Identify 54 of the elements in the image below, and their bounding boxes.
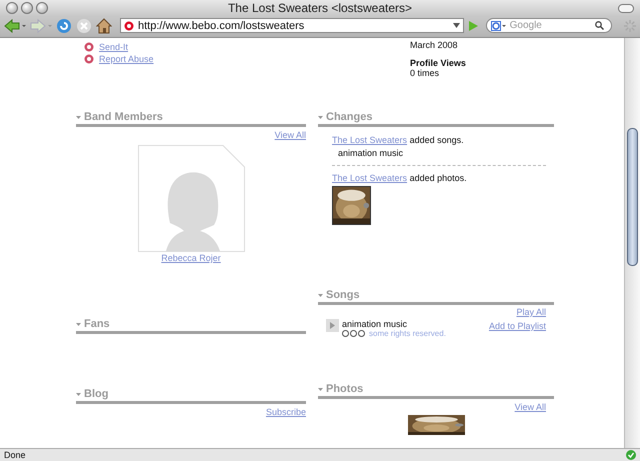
collapse-caret-icon[interactable]	[318, 294, 323, 296]
collapse-caret-icon[interactable]	[76, 322, 81, 326]
license-text: some rights reserved.	[369, 329, 446, 338]
section-title: Blog	[84, 388, 108, 400]
dropdown-caret-icon[interactable]	[452, 23, 460, 28]
play-icon[interactable]	[330, 322, 335, 329]
member-name-link[interactable]: Rebecca Rojer	[161, 253, 221, 263]
minimize-button[interactable]	[21, 2, 33, 14]
change-detail: animation music	[337, 148, 404, 158]
change-text: The Lost Sweaters added photos.	[332, 173, 468, 183]
collapse-caret-icon[interactable]	[76, 116, 81, 118]
info-value: March 2008	[410, 40, 459, 50]
section-title: Songs	[326, 289, 360, 301]
collapse-caret-icon[interactable]	[318, 388, 323, 390]
profile-link[interactable]: Report Abuse	[99, 54, 154, 64]
info-value: 0 times	[410, 68, 440, 78]
song-action-link[interactable]: Play All	[516, 307, 546, 317]
secure-check-icon	[626, 450, 636, 460]
back-icon[interactable]	[4, 18, 26, 32]
info-label: Profile Views	[410, 58, 466, 68]
stop-icon[interactable]	[76, 18, 92, 34]
collapse-caret-icon[interactable]	[76, 392, 81, 396]
scrollbar[interactable]	[624, 38, 640, 448]
section-link[interactable]: View All	[514, 402, 546, 412]
change-text: The Lost Sweaters added songs.	[332, 135, 465, 145]
section-title: Changes	[326, 111, 372, 123]
band-link[interactable]: The Lost Sweaters	[332, 173, 408, 183]
address-field[interactable]: http://www.bebo.com/lostsweaters	[120, 18, 464, 33]
forward-icon[interactable]	[30, 18, 52, 32]
song-action-link[interactable]: Add to Playlist	[488, 321, 546, 331]
search-engine-icon[interactable]	[490, 20, 507, 30]
home-icon[interactable]	[96, 18, 112, 34]
search-icon[interactable]	[594, 21, 604, 30]
section-title: Photos	[326, 383, 364, 395]
site-icon	[124, 20, 134, 30]
collapse-caret-icon[interactable]	[318, 116, 323, 118]
status-text: Done	[4, 450, 26, 460]
window-title: The Lost Sweaters <lostsweaters>	[228, 1, 412, 15]
loading-spinner-icon	[624, 20, 636, 32]
scroll-thumb[interactable]	[627, 128, 638, 266]
section-title: Fans	[84, 318, 110, 330]
section-link[interactable]: Subscribe	[266, 407, 306, 417]
play-button[interactable]	[326, 319, 339, 332]
close-button[interactable]	[6, 2, 18, 14]
profile-link[interactable]: Send-It	[99, 42, 128, 52]
band-link[interactable]: The Lost Sweaters	[332, 135, 408, 145]
section-title: Band Members	[84, 111, 163, 123]
license-icon	[342, 330, 366, 337]
section-link[interactable]: View All	[274, 130, 306, 140]
reload-icon[interactable]	[56, 18, 72, 34]
song-title: animation music	[342, 319, 408, 329]
zoom-button[interactable]	[36, 2, 48, 14]
toolbar-toggle-button[interactable]	[618, 4, 634, 13]
search-field[interactable]: Google	[486, 18, 612, 33]
